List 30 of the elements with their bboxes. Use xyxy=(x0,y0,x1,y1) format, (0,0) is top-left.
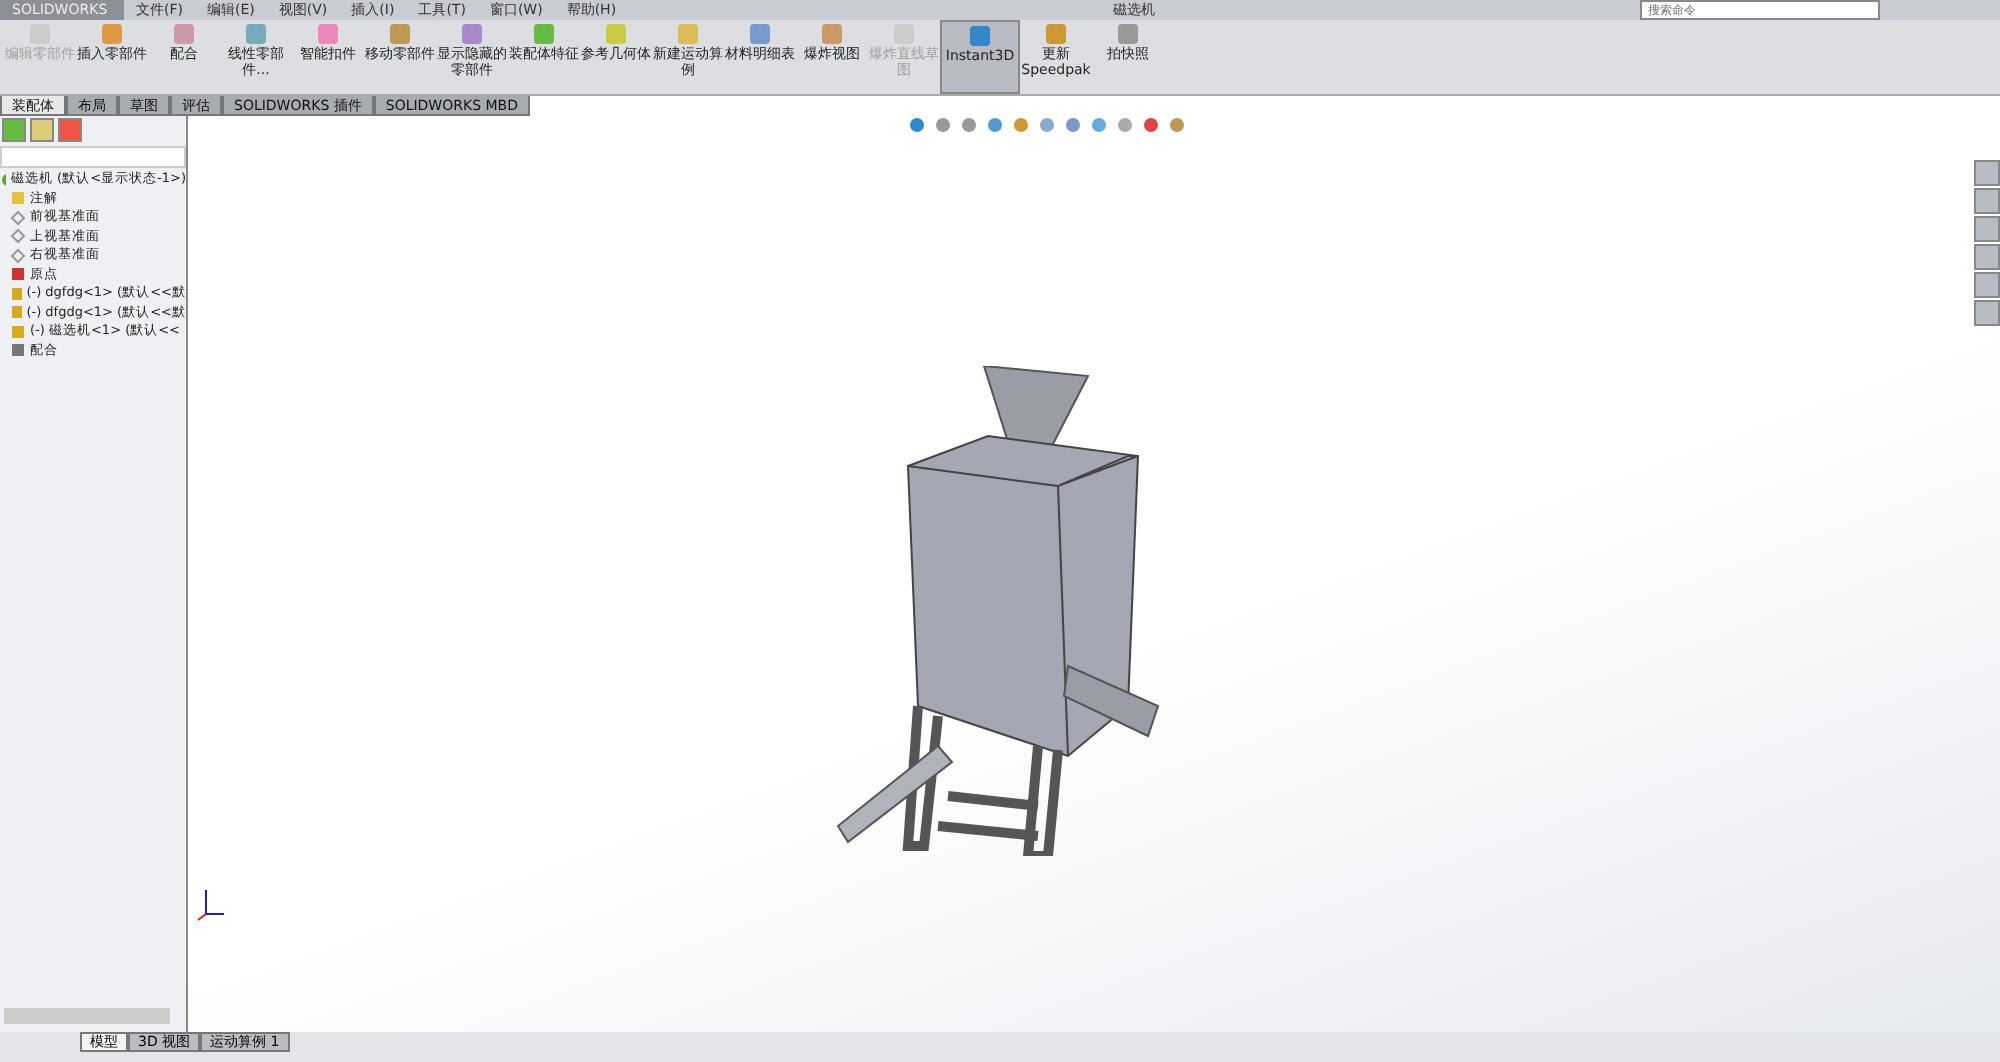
tool-icon xyxy=(316,22,340,46)
scrollbar[interactable] xyxy=(4,1008,170,1024)
annotation-icon xyxy=(10,190,26,207)
task-pane-tab[interactable] xyxy=(1974,272,2000,298)
task-pane-tab[interactable] xyxy=(1974,244,2000,270)
task-pane-tab[interactable] xyxy=(1974,216,2000,242)
mates-icon xyxy=(10,342,26,359)
feature-tree-tab[interactable] xyxy=(2,118,26,142)
tool-icon xyxy=(968,24,992,48)
assembly-icon xyxy=(0,171,7,188)
tool-icon xyxy=(820,22,844,46)
task-pane-tab[interactable] xyxy=(1974,300,2000,326)
tool-icon xyxy=(460,22,484,46)
tool-icon xyxy=(748,22,772,46)
tool-icon xyxy=(676,22,700,46)
filter-field[interactable] xyxy=(0,146,186,168)
tool-icon xyxy=(1044,22,1068,46)
tool-icon xyxy=(244,22,268,46)
tool-icon xyxy=(388,22,412,46)
task-pane-tab[interactable] xyxy=(1974,160,2000,186)
tool-icon xyxy=(172,22,196,46)
tool-icon xyxy=(532,22,556,46)
origin-icon xyxy=(10,266,26,283)
tool-icon xyxy=(604,22,628,46)
property-tab[interactable] xyxy=(30,118,54,142)
axis-triad-icon xyxy=(194,886,226,922)
tool-icon xyxy=(28,22,52,46)
tool-icon xyxy=(1116,22,1140,46)
tool-icon xyxy=(100,22,124,46)
task-pane-tab[interactable] xyxy=(1974,188,2000,214)
